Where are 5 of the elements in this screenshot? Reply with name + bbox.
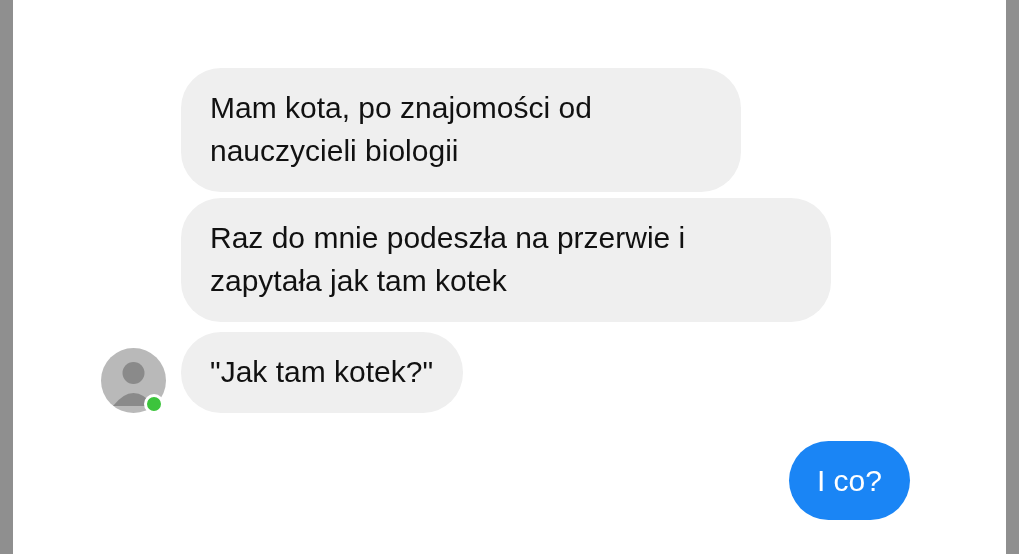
received-message: "Jak tam kotek?" [181, 332, 464, 413]
sent-message: I co? [788, 441, 910, 520]
received-message: Raz do mnie podeszła na przerwie i zapytała jak tam kotek [181, 198, 831, 322]
received-message: Mam kota, po znajomości od nauczycieli biologii [181, 68, 741, 192]
avatar-icon [101, 348, 166, 413]
